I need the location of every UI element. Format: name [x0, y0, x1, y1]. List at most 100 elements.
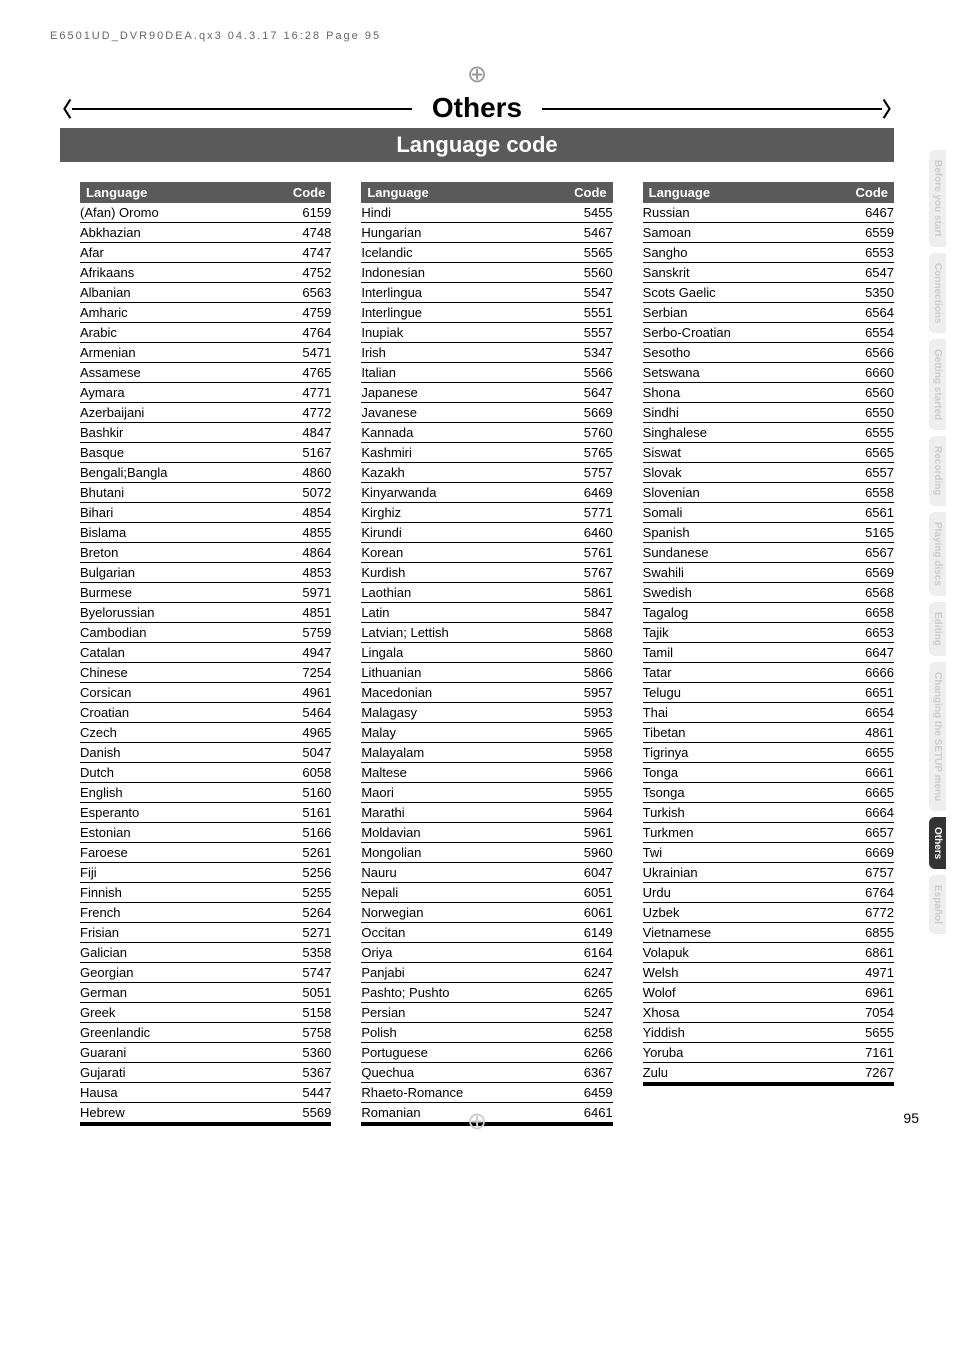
- page-title-bar: 〈 Others 〉: [0, 92, 954, 124]
- col-header-language: Language: [80, 182, 281, 203]
- side-tab[interactable]: Changing the SETUP menu: [929, 662, 946, 811]
- side-tab[interactable]: Español: [929, 875, 946, 934]
- language-code: 5360: [281, 1043, 331, 1062]
- language-code: 6459: [563, 1083, 613, 1102]
- table-row: Tajik6653: [643, 623, 894, 643]
- language-name: Interlingua: [361, 283, 562, 302]
- language-name: Bengali;Bangla: [80, 463, 281, 482]
- side-tab[interactable]: Editing: [929, 602, 946, 656]
- table-row: Tamil6647: [643, 643, 894, 663]
- language-name: Tonga: [643, 763, 844, 782]
- registration-mark-top: ⊕: [467, 60, 487, 89]
- language-name: Slovak: [643, 463, 844, 482]
- side-tab[interactable]: Playing discs: [929, 512, 946, 596]
- language-code: 6367: [563, 1063, 613, 1082]
- language-name: Afar: [80, 243, 281, 262]
- table-row: Shona6560: [643, 383, 894, 403]
- language-name: Tigrinya: [643, 743, 844, 762]
- language-code: 4855: [281, 523, 331, 542]
- table-row: Persian5247: [361, 1003, 612, 1023]
- language-code: 5464: [281, 703, 331, 722]
- language-name: Kurdish: [361, 563, 562, 582]
- language-code: 6658: [844, 603, 894, 622]
- col-header-language: Language: [361, 182, 562, 203]
- table-row: Bulgarian4853: [80, 563, 331, 583]
- table-row: Wolof6961: [643, 983, 894, 1003]
- language-name: Armenian: [80, 343, 281, 362]
- language-code: 4759: [281, 303, 331, 322]
- language-name: Javanese: [361, 403, 562, 422]
- table-row: Lingala5860: [361, 643, 612, 663]
- language-name: Shona: [643, 383, 844, 402]
- language-code: 5160: [281, 783, 331, 802]
- language-name: Interlingue: [361, 303, 562, 322]
- table-row: Scots Gaelic5350: [643, 283, 894, 303]
- language-name: Somali: [643, 503, 844, 522]
- language-name: Hausa: [80, 1083, 281, 1102]
- table-row: Maori5955: [361, 783, 612, 803]
- language-code: 4747: [281, 243, 331, 262]
- side-tab[interactable]: Connections: [929, 253, 946, 334]
- table-row: Afar4747: [80, 243, 331, 263]
- language-name: Azerbaijani: [80, 403, 281, 422]
- language-code: 5166: [281, 823, 331, 842]
- language-code: 6653: [844, 623, 894, 642]
- language-name: Croatian: [80, 703, 281, 722]
- table-row: Latin5847: [361, 603, 612, 623]
- language-code: 6661: [844, 763, 894, 782]
- language-code: 6247: [563, 963, 613, 982]
- language-code: 5165: [844, 523, 894, 542]
- language-name: Arabic: [80, 323, 281, 342]
- table-row: Welsh4971: [643, 963, 894, 983]
- side-tab[interactable]: Recording: [929, 436, 946, 505]
- language-code: 6655: [844, 743, 894, 762]
- table-row: Faroese5261: [80, 843, 331, 863]
- side-tab[interactable]: Before you start: [929, 150, 946, 247]
- table-row: Nauru6047: [361, 863, 612, 883]
- language-name: Indonesian: [361, 263, 562, 282]
- language-code: 5566: [563, 363, 613, 382]
- table-row: Tatar6666: [643, 663, 894, 683]
- side-tab[interactable]: Others: [929, 817, 946, 869]
- language-code: 5868: [563, 623, 613, 642]
- table-row: Icelandic5565: [361, 243, 612, 263]
- table-row: Sundanese6567: [643, 543, 894, 563]
- language-code: 6461: [563, 1103, 613, 1122]
- table-row: German5051: [80, 983, 331, 1003]
- side-tabs: Before you start Connections Getting start…: [929, 150, 946, 934]
- language-name: Norwegian: [361, 903, 562, 922]
- language-name: Persian: [361, 1003, 562, 1022]
- table-row: Esperanto5161: [80, 803, 331, 823]
- language-code: 6047: [563, 863, 613, 882]
- language-name: Yoruba: [643, 1043, 844, 1062]
- table-row: Abkhazian4748: [80, 223, 331, 243]
- table-row: Maltese5966: [361, 763, 612, 783]
- language-name: Basque: [80, 443, 281, 462]
- table-row: Sesotho6566: [643, 343, 894, 363]
- table-row: Burmese5971: [80, 583, 331, 603]
- language-code: 4854: [281, 503, 331, 522]
- language-table-3: LanguageCodeRussian6467Samoan6559Sangho6…: [643, 182, 894, 1126]
- language-name: Abkhazian: [80, 223, 281, 242]
- table-row: Irish5347: [361, 343, 612, 363]
- language-code: 6772: [844, 903, 894, 922]
- table-row: Italian5566: [361, 363, 612, 383]
- language-name: Estonian: [80, 823, 281, 842]
- language-name: French: [80, 903, 281, 922]
- language-name: Kirundi: [361, 523, 562, 542]
- table-row: Panjabi6247: [361, 963, 612, 983]
- language-code: 5647: [563, 383, 613, 402]
- language-code: 5455: [563, 203, 613, 222]
- language-code: 4864: [281, 543, 331, 562]
- language-code: 5860: [563, 643, 613, 662]
- language-code: 5953: [563, 703, 613, 722]
- language-name: Thai: [643, 703, 844, 722]
- chevron-right-icon: 〉: [882, 94, 902, 123]
- table-row: Armenian5471: [80, 343, 331, 363]
- table-row: Albanian6563: [80, 283, 331, 303]
- language-name: Georgian: [80, 963, 281, 982]
- side-tab[interactable]: Getting started: [929, 339, 946, 430]
- table-row: Yoruba7161: [643, 1043, 894, 1063]
- language-name: Urdu: [643, 883, 844, 902]
- table-row: Rhaeto-Romance6459: [361, 1083, 612, 1103]
